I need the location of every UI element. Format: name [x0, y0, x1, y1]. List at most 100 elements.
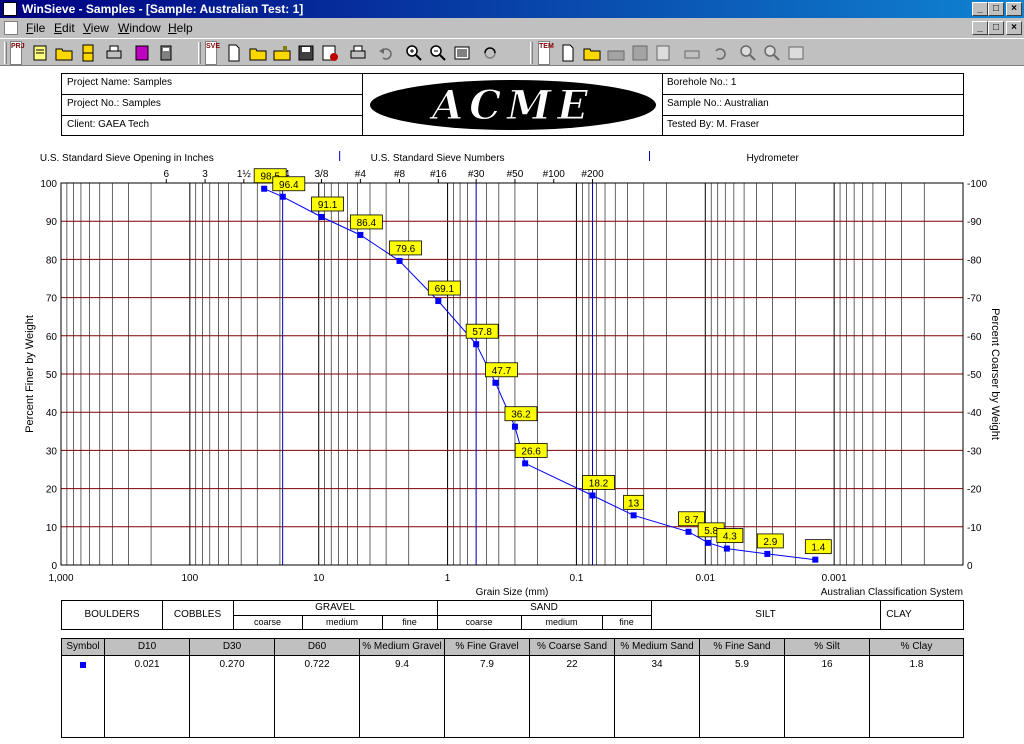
child-restore-button[interactable]: □	[988, 21, 1004, 35]
medium-gravel-value: 9.4	[360, 656, 445, 737]
zoom-in-icon	[740, 45, 756, 61]
y-tick-label: 20	[46, 485, 58, 496]
close-template-button[interactable]	[606, 43, 626, 63]
results-table: Symbol D10 D30 D60 % Medium Gravel % Fin…	[61, 638, 964, 738]
y-tick-label: 60	[46, 332, 58, 343]
col-header-symbol: Symbol	[62, 639, 105, 656]
refresh-button[interactable]	[480, 43, 500, 63]
project-book-button[interactable]	[132, 43, 152, 63]
print-template-button[interactable]	[682, 43, 702, 63]
project-properties-button[interactable]	[156, 43, 176, 63]
menu-help[interactable]: Help	[168, 21, 193, 35]
zoom-in-template-button[interactable]	[738, 43, 758, 63]
new-sample-button[interactable]	[224, 43, 244, 63]
save-as-icon	[656, 45, 670, 61]
gravel-medium-label: medium	[325, 617, 358, 627]
open-template-button[interactable]	[582, 43, 602, 63]
data-label: 91.1	[318, 200, 338, 211]
fit-template-button[interactable]	[786, 43, 806, 63]
print-project-button[interactable]	[104, 43, 124, 63]
x-axis-label: Grain Size (mm)	[476, 587, 549, 598]
project-files-button[interactable]	[78, 43, 98, 63]
template-toolbar-tag: TEM	[538, 41, 554, 65]
maximize-button[interactable]: □	[988, 2, 1004, 16]
data-point-marker	[812, 556, 819, 563]
sieve-label: 3/8	[314, 169, 328, 180]
toolbar-grip[interactable]	[198, 42, 201, 64]
toolbar-grip[interactable]	[530, 42, 533, 64]
y-tick-label: 40	[46, 408, 58, 419]
data-point-marker	[396, 257, 403, 264]
menu-window[interactable]: Window	[118, 21, 161, 35]
close-sample-button[interactable]	[272, 43, 292, 63]
open-project-button[interactable]	[54, 43, 74, 63]
app-icon	[3, 2, 17, 16]
zoom-out-template-button[interactable]	[762, 43, 782, 63]
undo-button[interactable]	[376, 43, 396, 63]
toolbar-grip[interactable]	[4, 42, 7, 64]
y2-tick-label: -10	[967, 523, 982, 534]
undo-template-button[interactable]	[710, 43, 730, 63]
print-sample-button[interactable]	[348, 43, 368, 63]
printer-icon	[106, 45, 122, 59]
sand-label: SAND	[530, 602, 558, 613]
d60-value: 0.722	[275, 656, 360, 737]
child-close-button[interactable]: ×	[1006, 21, 1022, 35]
document-icon[interactable]	[4, 21, 18, 35]
book-icon	[135, 45, 149, 61]
child-minimize-button[interactable]: _	[972, 21, 988, 35]
minimize-button[interactable]: _	[972, 2, 988, 16]
y-tick-label: 10	[46, 523, 58, 534]
sieve-label: #200	[581, 169, 604, 180]
data-label: 2.9	[763, 537, 777, 548]
menu-file[interactable]: File	[26, 21, 45, 35]
sieve-label: #16	[430, 169, 447, 180]
open-sample-button[interactable]	[248, 43, 268, 63]
data-point-marker	[522, 460, 529, 467]
toolbar: PRJ SVE TEM	[0, 38, 1024, 66]
data-point-marker	[764, 550, 771, 557]
sieve-toolbar-tag: SVE	[205, 41, 220, 65]
sand-coarse-label: coarse	[465, 617, 493, 627]
menu-edit[interactable]: Edit	[54, 21, 75, 35]
new-project-icon	[33, 45, 47, 61]
y-axis-label: Percent Finer by Weight	[24, 315, 36, 433]
data-label: 36.2	[511, 410, 531, 421]
save-as-button[interactable]	[320, 43, 340, 63]
data-point-marker	[279, 193, 286, 200]
new-project-button[interactable]	[30, 43, 50, 63]
data-label: 8.7	[685, 515, 699, 526]
x-tick-label: 10	[313, 573, 325, 584]
new-template-button[interactable]	[558, 43, 578, 63]
new-document-icon	[228, 44, 240, 62]
report-page: Project Name: Samples Project No.: Sampl…	[0, 66, 1024, 744]
gradation-chart: 0 0 10 -10 20 -20 30 -30 40 -40 50 -50 60 -60 70 -70 80 -…	[24, 151, 1001, 598]
save-template-button[interactable]	[630, 43, 650, 63]
gravel-fine-label: fine	[402, 617, 417, 627]
zoom-in-button[interactable]	[404, 43, 424, 63]
sand-medium-label: medium	[545, 617, 578, 627]
title-bar: WinSieve - Samples - [Sample: Australian…	[0, 0, 1024, 18]
printer-icon	[350, 45, 366, 59]
cabinet-icon	[82, 44, 94, 62]
project-toolbar-tag: PRJ	[10, 41, 25, 65]
close-button[interactable]: ×	[1006, 2, 1022, 16]
new-document-icon	[562, 44, 574, 62]
save-template-as-button[interactable]	[654, 43, 674, 63]
x-tick-label: 1,000	[48, 573, 73, 584]
y-tick-label: 80	[46, 255, 58, 266]
d10-value: 0.021	[105, 656, 190, 737]
fit-page-button[interactable]	[452, 43, 472, 63]
section-header-label: Hydrometer	[747, 153, 800, 164]
y-tick-label: 50	[46, 370, 58, 381]
sieve-label: #4	[355, 169, 367, 180]
menu-view[interactable]: View	[83, 21, 109, 35]
sand-fine-label: fine	[619, 617, 634, 627]
data-label: 96.4	[279, 180, 299, 191]
col-header-d60: D60	[275, 639, 360, 656]
zoom-out-button[interactable]	[428, 43, 448, 63]
save-sample-button[interactable]	[296, 43, 316, 63]
col-header-fine-sand: % Fine Sand	[700, 639, 785, 656]
sieve-label: #100	[543, 169, 566, 180]
zoom-out-icon	[430, 45, 446, 61]
